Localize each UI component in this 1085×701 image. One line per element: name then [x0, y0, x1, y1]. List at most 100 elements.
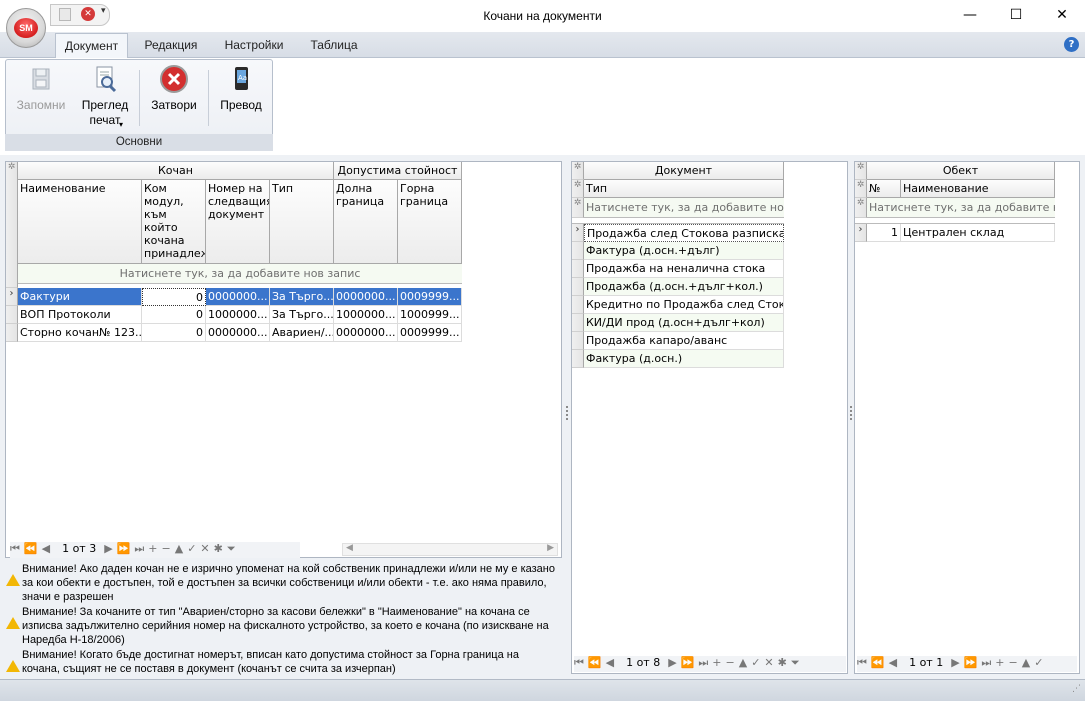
edit-icon[interactable]: ▲ [739, 656, 747, 669]
delete-icon[interactable]: − [162, 542, 171, 555]
list-item[interactable]: Фактура (д.осн.+дълг) [584, 242, 784, 260]
cell-module[interactable]: 0 [142, 288, 206, 306]
help-icon[interactable]: ? [1064, 37, 1079, 52]
last-page-icon[interactable]: ⏭ [981, 656, 991, 670]
col-header-next-number[interactable]: Номер на следващия документ [206, 180, 270, 264]
filter-icon[interactable]: ⏷ [227, 542, 236, 556]
col-header-number[interactable]: № [867, 180, 901, 198]
customize-toolbar-icon[interactable]: ▾ [101, 6, 106, 16]
col-header-type[interactable]: Тип [270, 180, 334, 264]
col-header-name[interactable]: Наименование [18, 180, 142, 264]
print-preview-button[interactable]: Преглед печат ▾ [76, 64, 134, 134]
cell-type[interactable]: За Търго... [270, 306, 334, 324]
cell-lower-bound[interactable]: 0000000... [334, 288, 398, 306]
close-icon[interactable]: ✕ [81, 7, 95, 21]
next-page-icon[interactable]: ⏩ [117, 542, 131, 555]
cancel-record-icon[interactable]: ✕ [200, 542, 209, 555]
document-grid[interactable]: ✲ Документ ✲ Тип ✲ Натиснете тук, за да … [571, 161, 848, 674]
save-record-icon[interactable]: ✓ [1034, 656, 1043, 669]
prev-icon[interactable]: ◀ [606, 656, 614, 669]
col-header-module[interactable]: Ком модул, към който кочана принадлеж и … [142, 180, 206, 264]
first-page-icon[interactable]: ⏮ [10, 542, 20, 556]
cell-type[interactable]: За Търго... [270, 288, 334, 306]
col-header-lower-bound[interactable]: Долна граница [334, 180, 398, 264]
add-icon[interactable]: + [995, 656, 1004, 669]
next-page-icon[interactable]: ⏩ [681, 656, 695, 669]
last-page-icon[interactable]: ⏭ [698, 656, 708, 670]
col-header-upper-bound[interactable]: Горна граница [398, 180, 462, 264]
scroll-left-icon[interactable]: ◀ [346, 543, 353, 553]
splitter-handle[interactable] [564, 161, 570, 676]
list-item[interactable]: Продажба след Стокова разписка [584, 224, 784, 242]
next-icon[interactable]: ▶ [668, 656, 676, 669]
first-page-icon[interactable]: ⏮ [574, 656, 584, 670]
next-icon[interactable]: ▶ [951, 656, 959, 669]
maximize-button[interactable]: ☐ [993, 0, 1039, 30]
add-icon[interactable]: + [148, 542, 157, 555]
cell-name[interactable]: Фактури [18, 288, 142, 306]
prev-page-icon[interactable]: ⏪ [24, 542, 38, 555]
first-page-icon[interactable]: ⏮ [857, 656, 867, 670]
prev-page-icon[interactable]: ⏪ [871, 656, 885, 669]
cell-name[interactable]: Централен склад [901, 224, 1055, 242]
horizontal-scrollbar[interactable]: ◀ ▶ [342, 543, 558, 556]
list-item[interactable]: Продажба на неналична стока [584, 260, 784, 278]
last-page-icon[interactable]: ⏭ [134, 542, 144, 556]
delete-icon[interactable]: − [1009, 656, 1018, 669]
list-item[interactable]: Фактура (д.осн.) [584, 350, 784, 368]
add-icon[interactable]: + [712, 656, 721, 669]
edit-icon[interactable]: ▲ [1022, 656, 1030, 669]
cell-number[interactable]: 1 [867, 224, 901, 242]
save-icon[interactable] [59, 8, 71, 21]
refresh-icon[interactable]: ✱ [214, 542, 223, 555]
tab-settings[interactable]: Настройки [215, 33, 293, 58]
prev-icon[interactable]: ◀ [889, 656, 897, 669]
cell-type[interactable]: Авариен/... [270, 324, 334, 342]
list-item[interactable]: Продажба капаро/аванс [584, 332, 784, 350]
minimize-button[interactable]: — [947, 0, 993, 30]
scroll-right-icon[interactable]: ▶ [547, 543, 554, 553]
cancel-record-icon[interactable]: ✕ [764, 656, 773, 669]
cell-upper-bound[interactable]: 1000999... [398, 306, 462, 324]
filter-icon[interactable]: ⏷ [791, 656, 800, 670]
save-record-icon[interactable]: ✓ [187, 542, 196, 555]
save-record-icon[interactable]: ✓ [751, 656, 760, 669]
col-header-type[interactable]: Тип [584, 180, 784, 198]
object-grid[interactable]: ✲ Обект ✲ № Наименование ✲ Натиснете тук… [854, 161, 1080, 674]
prev-icon[interactable]: ◀ [42, 542, 50, 555]
list-item[interactable]: Продажба (д.осн.+дълг+кол.) [584, 278, 784, 296]
save-button[interactable]: Запомни [10, 64, 72, 134]
cell-upper-bound[interactable]: 0009999... [398, 324, 462, 342]
cell-name[interactable]: Сторно кочан№ 123... [18, 324, 142, 342]
new-record-row[interactable]: Натиснете тук, за да добавите нов запис [18, 264, 462, 284]
new-record-row[interactable]: Натиснете тук, за да добавите нов запис [584, 198, 784, 218]
translate-button[interactable]: Aa Превод [212, 64, 270, 134]
cell-next-number[interactable]: 0000000... [206, 288, 270, 306]
list-item[interactable]: КИ/ДИ прод (д.осн+дълг+кол) [584, 314, 784, 332]
tab-document[interactable]: Документ [55, 33, 128, 58]
cell-upper-bound[interactable]: 0009999... [398, 288, 462, 306]
kochan-grid[interactable]: ✲ Кочан Допустима стойност Наименование … [5, 161, 562, 558]
close-button[interactable]: Затвори [145, 64, 203, 134]
cell-next-number[interactable]: 1000000... [206, 306, 270, 324]
tab-edit[interactable]: Редакция [138, 33, 204, 58]
close-window-button[interactable]: ✕ [1039, 0, 1085, 30]
application-menu-button[interactable]: SM [6, 8, 46, 48]
refresh-icon[interactable]: ✱ [778, 656, 787, 669]
cell-lower-bound[interactable]: 0000000... [334, 324, 398, 342]
cell-module[interactable]: 0 [142, 324, 206, 342]
next-icon[interactable]: ▶ [104, 542, 112, 555]
cell-name[interactable]: ВОП Протоколи [18, 306, 142, 324]
cell-module[interactable]: 0 [142, 306, 206, 324]
col-header-name[interactable]: Наименование [901, 180, 1055, 198]
new-record-row[interactable]: Натиснете тук, за да добавите нов запис [867, 198, 1055, 218]
cell-next-number[interactable]: 0000000... [206, 324, 270, 342]
delete-icon[interactable]: − [726, 656, 735, 669]
edit-icon[interactable]: ▲ [175, 542, 183, 555]
list-item[interactable]: Кредитно по Продажба след Сток [584, 296, 784, 314]
cell-lower-bound[interactable]: 1000000... [334, 306, 398, 324]
prev-page-icon[interactable]: ⏪ [588, 656, 602, 669]
tab-table[interactable]: Таблица [301, 33, 367, 58]
resize-grip-icon[interactable]: ⋰ [1072, 684, 1081, 694]
next-page-icon[interactable]: ⏩ [964, 656, 978, 669]
